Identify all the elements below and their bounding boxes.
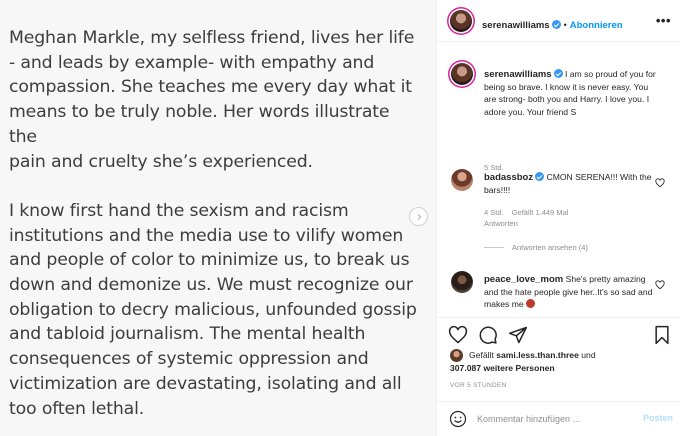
view-replies-button[interactable]: Antworten ansehen (4): [484, 243, 588, 252]
avatar[interactable]: [450, 10, 472, 32]
post-comment-button[interactable]: Posten: [643, 413, 673, 423]
verified-badge-icon: [551, 20, 561, 29]
likes-user-link[interactable]: sami.less.than.three: [496, 350, 579, 360]
bookmark-icon[interactable]: [652, 325, 672, 345]
post-sidebar: serenawilliams • Abonnieren ••• serenawill…: [436, 0, 680, 436]
avatar[interactable]: [451, 271, 473, 293]
post-paragraph-2: I know first hand the sexism and racism …: [9, 200, 417, 419]
likes-and: und: [578, 350, 596, 360]
comment-icon[interactable]: [478, 325, 498, 345]
verified-badge-icon: [535, 172, 545, 181]
header-username[interactable]: serenawilliams: [482, 20, 550, 31]
comment-input[interactable]: [477, 412, 627, 426]
avatar[interactable]: [451, 63, 473, 85]
follow-button[interactable]: Abonnieren: [570, 20, 623, 31]
chevron-right-icon: [417, 213, 421, 220]
avatar[interactable]: [451, 169, 473, 191]
more-options-button[interactable]: •••: [656, 13, 671, 28]
emoji-icon: [526, 299, 536, 309]
caption-username[interactable]: serenawilliams: [484, 69, 552, 80]
post-text: Meghan Markle, my selfless friend, lives…: [9, 26, 419, 421]
likes-summary: Gefällt sami.less.than.three und 307.087…: [450, 349, 596, 374]
smiley-icon[interactable]: [449, 410, 467, 428]
share-icon[interactable]: [508, 325, 528, 345]
comment-username[interactable]: badassboz: [484, 172, 533, 183]
verified-badge-icon: [553, 69, 563, 78]
add-comment-bar: Posten: [437, 401, 680, 436]
comment-time[interactable]: 4 Std.: [484, 208, 504, 217]
like-comment-heart-icon[interactable]: [655, 178, 665, 188]
next-slide-button[interactable]: [409, 207, 428, 226]
post-paragraph-1: Meghan Markle, my selfless friend, lives…: [9, 28, 415, 172]
post-image[interactable]: Meghan Markle, my selfless friend, lives…: [0, 0, 436, 436]
heart-icon[interactable]: [448, 325, 468, 345]
comments-list[interactable]: serenawilliams I am so proud of you for …: [437, 42, 680, 317]
likes-count-link[interactable]: 307.087 weitere Personen: [450, 363, 555, 373]
post-timestamp[interactable]: VOR 5 STUNDEN: [450, 382, 507, 389]
reply-button[interactable]: Antworten: [484, 219, 518, 229]
likes-prefix: Gefällt: [469, 350, 497, 360]
post-header: serenawilliams • Abonnieren •••: [437, 0, 680, 42]
separator-dot: •: [563, 20, 567, 30]
comment-likes[interactable]: Gefällt 1.449 Mal: [512, 208, 569, 217]
comment-username[interactable]: peace_love_mom: [484, 274, 563, 285]
like-comment-heart-icon[interactable]: [655, 280, 665, 290]
